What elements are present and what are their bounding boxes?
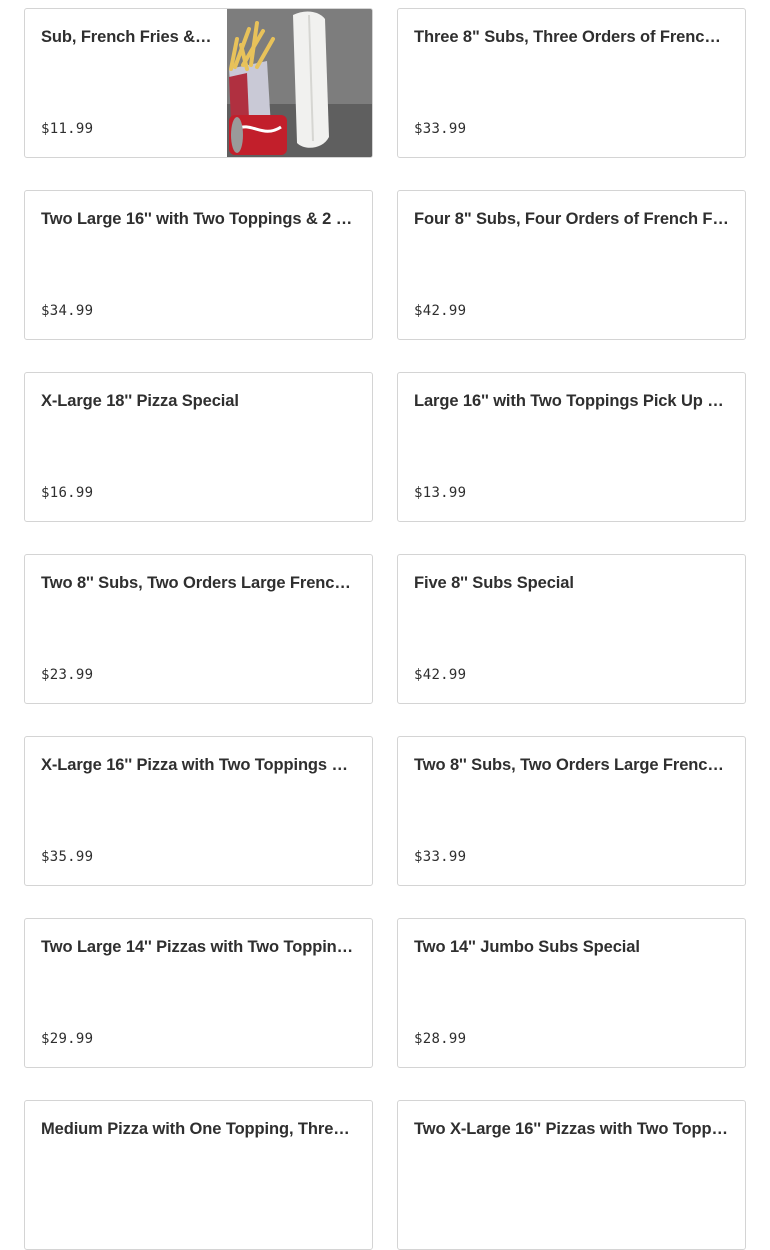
menu-item-title: Five 8'' Subs Special: [414, 574, 574, 592]
menu-item-title: Large 16'' with Two Toppings Pick Up Spe…: [414, 392, 729, 410]
menu-item-price: $33.99: [414, 849, 467, 865]
menu-item-price: $29.99: [41, 1031, 94, 1047]
menu-item-card[interactable]: Two Large 16'' with Two Toppings & 2 Lit…: [24, 190, 373, 340]
menu-item-title: Four 8" Subs, Four Orders of French Frie…: [414, 210, 729, 228]
menu-item-title: Two 8'' Subs, Two Orders Large French Fr…: [41, 574, 356, 592]
menu-item-price: $23.99: [41, 667, 94, 683]
menu-item-card[interactable]: X-Large 18'' Pizza Special $16.99: [24, 372, 373, 522]
menu-item-price: $42.99: [414, 667, 467, 683]
menu-item-price: $11.99: [41, 121, 94, 137]
menu-grid: Sub, French Fries & Soda $11.99: [24, 8, 746, 1250]
menu-item-price: $28.99: [414, 1031, 467, 1047]
menu-item-price: $34.99: [41, 303, 94, 319]
menu-item-card[interactable]: Medium Pizza with One Topping, Three 8''…: [24, 1100, 373, 1250]
menu-item-title: Sub, French Fries & Soda: [41, 28, 212, 46]
menu-item-title: Two X-Large 16'' Pizzas with Two Topping…: [414, 1120, 729, 1138]
menu-item-card[interactable]: Sub, French Fries & Soda $11.99: [24, 8, 373, 158]
menu-item-card[interactable]: Large 16'' with Two Toppings Pick Up Spe…: [397, 372, 746, 522]
menu-item-price: $42.99: [414, 303, 467, 319]
menu-item-card[interactable]: Two X-Large 16'' Pizzas with Two Topping…: [397, 1100, 746, 1250]
menu-item-card[interactable]: Two 14'' Jumbo Subs Special $28.99: [397, 918, 746, 1068]
menu-item-title: Two 8'' Subs, Two Orders Large French Fr…: [414, 756, 729, 774]
menu-item-price: $33.99: [414, 121, 467, 137]
menu-item-title: Two Large 16'' with Two Toppings & 2 Lit…: [41, 210, 356, 228]
menu-item-title: X-Large 16'' Pizza with Two Toppings & 2…: [41, 756, 356, 774]
menu-item-price: $13.99: [414, 485, 467, 501]
menu-item-card[interactable]: Two Large 14'' Pizzas with Two Toppings …: [24, 918, 373, 1068]
menu-item-card[interactable]: Four 8" Subs, Four Orders of French Frie…: [397, 190, 746, 340]
menu-item-title: Three 8" Subs, Three Orders of French Fr…: [414, 28, 729, 46]
menu-item-card[interactable]: Five 8'' Subs Special $42.99: [397, 554, 746, 704]
sub-fries-soda-photo: [227, 9, 372, 157]
menu-item-card[interactable]: Two 8'' Subs, Two Orders Large French Fr…: [24, 554, 373, 704]
menu-item-card[interactable]: Three 8" Subs, Three Orders of French Fr…: [397, 8, 746, 158]
menu-item-title: X-Large 18'' Pizza Special: [41, 392, 239, 410]
menu-item-title: Two Large 14'' Pizzas with Two Toppings …: [41, 938, 356, 956]
menu-item-title: Medium Pizza with One Topping, Three 8''…: [41, 1120, 356, 1138]
menu-item-price: $16.99: [41, 485, 94, 501]
menu-item-card[interactable]: X-Large 16'' Pizza with Two Toppings & 2…: [24, 736, 373, 886]
menu-item-card[interactable]: Two 8'' Subs, Two Orders Large French Fr…: [397, 736, 746, 886]
menu-item-title: Two 14'' Jumbo Subs Special: [414, 938, 640, 956]
menu-item-price: $35.99: [41, 849, 94, 865]
